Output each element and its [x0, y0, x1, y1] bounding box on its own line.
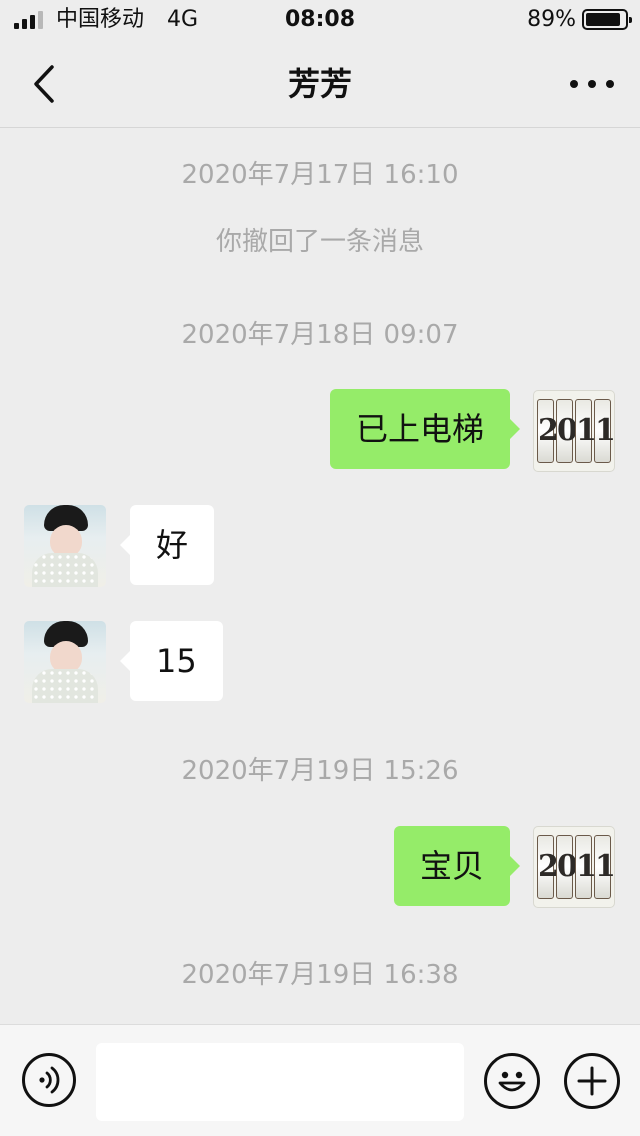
voice-input-button[interactable]	[22, 1053, 76, 1107]
timestamp: 2020年7月17日 16:10	[181, 160, 459, 190]
chat-header: 芳芳	[0, 40, 640, 128]
contact-avatar[interactable]	[24, 505, 106, 587]
counter-digit: 1	[594, 835, 614, 899]
counter-digits: 2 0 1 1	[537, 399, 614, 463]
received-message-bubble[interactable]: 好	[119, 505, 215, 585]
message-text-input[interactable]	[96, 1043, 464, 1121]
counter-digit: 1	[575, 399, 597, 463]
battery-percentage: 89%	[527, 7, 576, 32]
message-input-bar	[0, 1024, 640, 1136]
emoji-icon	[498, 1071, 526, 1092]
system-message: 你撤回了一条消息	[215, 227, 424, 257]
plus-icon	[577, 1066, 607, 1096]
counter-digit: 0	[556, 399, 578, 463]
sent-message-bubble[interactable]: 宝贝	[393, 826, 521, 906]
voice-icon	[39, 1066, 60, 1094]
sent-message-bubble[interactable]: 已上电梯	[329, 389, 521, 469]
counter-digit: 0	[556, 835, 578, 899]
counter-digit: 1	[575, 835, 597, 899]
counter-digit: 1	[594, 399, 614, 463]
chat-message-list[interactable]: 2020年7月17日 16:10 你撤回了一条消息 2020年7月18日 09:…	[0, 129, 640, 1024]
status-bar: 中国移动 4G 08:08 89%	[0, 0, 640, 40]
timestamp: 2020年7月19日 15:26	[181, 756, 459, 786]
timestamp: 2020年7月18日 09:07	[181, 320, 459, 350]
counter-digit: 2	[537, 835, 559, 899]
timestamp: 2020年7月19日 16:38	[181, 960, 459, 990]
more-functions-button[interactable]	[564, 1053, 620, 1109]
counter-digit: 2	[537, 399, 559, 463]
self-avatar[interactable]: 2 0 1 1	[533, 826, 615, 908]
received-message-bubble[interactable]: 15	[120, 621, 223, 701]
contact-avatar[interactable]	[24, 621, 106, 703]
more-dots-icon	[570, 80, 578, 88]
more-options-button[interactable]	[570, 64, 614, 104]
self-avatar[interactable]: 2 0 1 1	[533, 390, 615, 472]
battery-icon	[582, 9, 632, 30]
counter-digits: 2 0 1 1	[537, 835, 614, 899]
emoji-button[interactable]	[484, 1053, 540, 1109]
chat-title: 芳芳	[287, 65, 352, 103]
